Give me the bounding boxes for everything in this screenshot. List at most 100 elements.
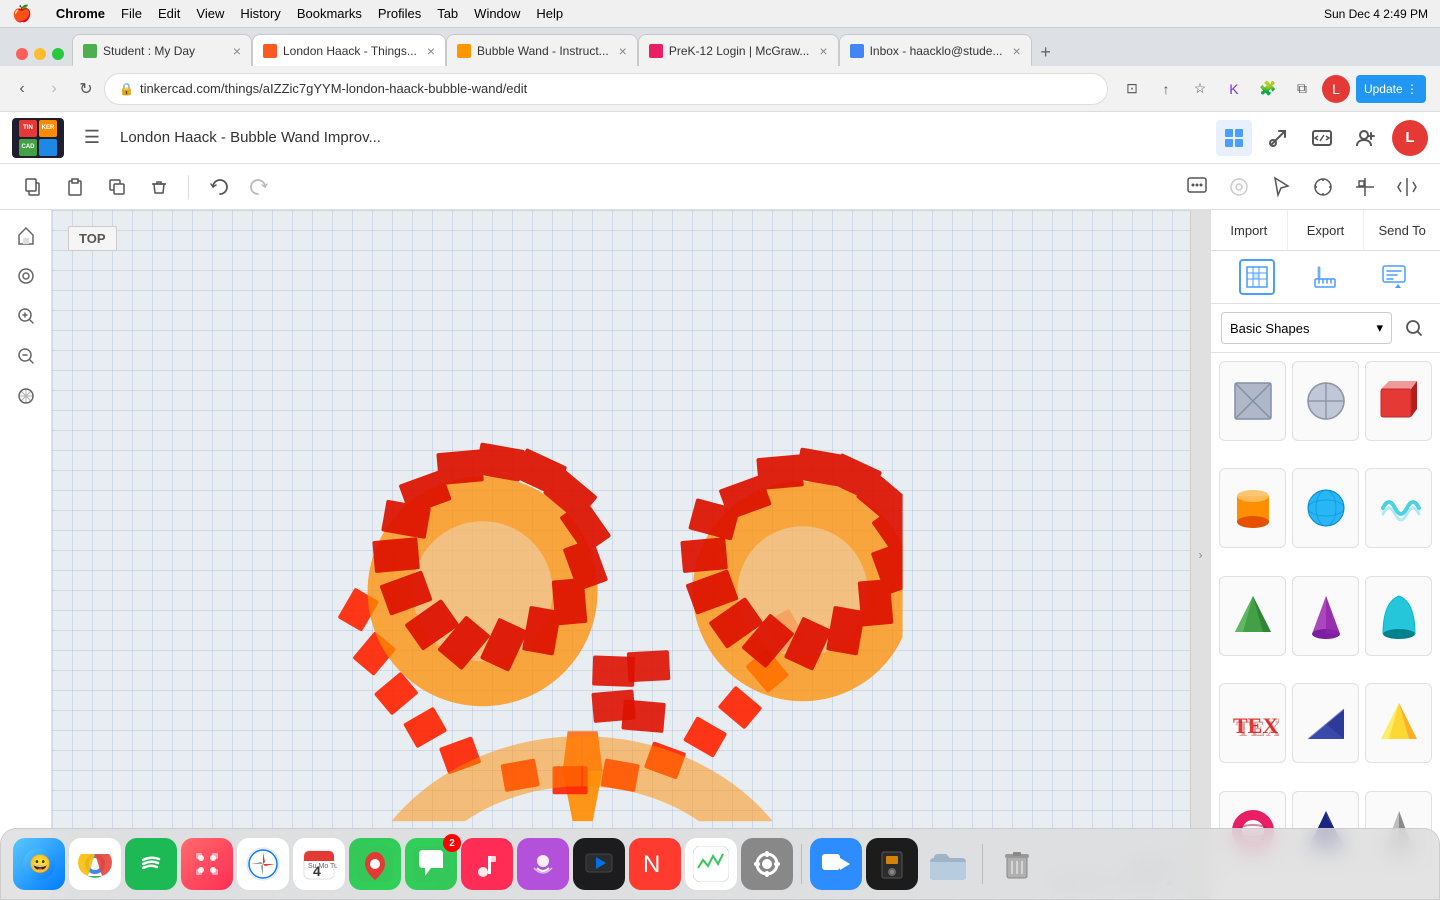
tab-close-student[interactable]: × (233, 43, 241, 59)
menu-edit[interactable]: Edit (158, 6, 180, 21)
undo-button[interactable] (201, 170, 235, 204)
dock-spotify[interactable] (125, 838, 177, 890)
sendto-button[interactable]: Send To (1364, 210, 1440, 250)
menu-help[interactable]: Help (536, 6, 563, 21)
dock-tv[interactable] (573, 838, 625, 890)
copy-button[interactable] (16, 170, 50, 204)
menu-profiles[interactable]: Profiles (378, 6, 421, 21)
shape-box-solid[interactable] (1365, 361, 1432, 441)
cursor-button[interactable] (1264, 170, 1298, 204)
bookmark-button[interactable]: ☆ (1186, 75, 1214, 103)
dock-safari[interactable] (237, 838, 289, 890)
tc-profile-button[interactable]: L (1392, 120, 1428, 156)
panel-collapse-handle[interactable]: › (1190, 210, 1210, 900)
ls-zoom-out-button[interactable] (8, 338, 44, 374)
dock-music[interactable] (461, 838, 513, 890)
dock-folder[interactable] (922, 838, 974, 890)
shape-cat-ruler[interactable] (1307, 259, 1343, 295)
dock-chrome[interactable] (69, 838, 121, 890)
dock-news[interactable]: N (629, 838, 681, 890)
shape-category-dropdown[interactable]: Basic Shapes ▾ (1221, 312, 1392, 344)
paste-button[interactable] (58, 170, 92, 204)
dock-podcasts[interactable] (517, 838, 569, 890)
address-input[interactable]: 🔒 tinkercad.com/things/aIZZic7gYYM-londo… (104, 73, 1108, 105)
tab-student-day[interactable]: Student : My Day × (72, 34, 252, 66)
align-button[interactable] (1348, 170, 1382, 204)
dock-launchpad[interactable] (181, 838, 233, 890)
duplicate-button[interactable] (100, 170, 134, 204)
menu-history[interactable]: History (240, 6, 280, 21)
shape-paraboloid[interactable] (1365, 576, 1432, 656)
dock-calendar[interactable]: 4Su Mo Tu (293, 838, 345, 890)
tinkercad-logo[interactable]: TIN KER CAD (12, 118, 64, 158)
tc-code-button[interactable] (1304, 120, 1340, 156)
shape-wedge[interactable] (1292, 683, 1359, 763)
apple-menu[interactable]: 🍎 (12, 4, 32, 24)
dock-trash[interactable] (991, 838, 1043, 890)
tab-close-prek[interactable]: × (819, 43, 827, 59)
menu-chrome[interactable]: Chrome (56, 6, 105, 21)
ls-zoom-in-button[interactable] (8, 298, 44, 334)
delete-button[interactable] (142, 170, 176, 204)
tab-prek12[interactable]: PreK-12 Login | McGraw... × (638, 34, 839, 66)
tc-grid-view-button[interactable] (1216, 120, 1252, 156)
extensions-button[interactable]: K (1220, 75, 1248, 103)
dock-garageband[interactable] (866, 838, 918, 890)
tc-build-view-button[interactable] (1260, 120, 1296, 156)
close-button[interactable] (16, 48, 28, 60)
dock-system-prefs[interactable] (741, 838, 793, 890)
sidebar-toggle[interactable]: ⧉ (1288, 75, 1316, 103)
tc-add-user-button[interactable] (1348, 120, 1384, 156)
measure-button[interactable] (1306, 170, 1340, 204)
shape-cylinder[interactable] (1219, 468, 1286, 548)
dock-zoom[interactable] (810, 838, 862, 890)
tab-close-inbox[interactable]: × (1012, 43, 1020, 59)
redo-button[interactable] (243, 170, 277, 204)
dock-activity[interactable] (685, 838, 737, 890)
shape-squiggle[interactable] (1365, 468, 1432, 548)
shape-cat-text[interactable] (1376, 259, 1412, 295)
forward-button[interactable]: › (40, 75, 68, 103)
ls-grid-button[interactable] (8, 378, 44, 414)
shape-cone-purple[interactable] (1292, 576, 1359, 656)
comment-button[interactable] (1180, 170, 1214, 204)
dock-finder[interactable]: 😀 (13, 838, 65, 890)
tc-menu-button[interactable]: ☰ (74, 120, 110, 156)
tab-close-london[interactable]: × (427, 43, 435, 59)
ls-home-button[interactable] (8, 218, 44, 254)
mirror-button[interactable] (1390, 170, 1424, 204)
export-button[interactable]: Export (1288, 210, 1364, 250)
share-button[interactable]: ↑ (1152, 75, 1180, 103)
menu-tab[interactable]: Tab (437, 6, 458, 21)
shape-sphere[interactable] (1292, 468, 1359, 548)
profile-button[interactable]: L (1322, 75, 1350, 103)
tab-bubble-wand[interactable]: Bubble Wand - Instruct... × (446, 34, 638, 66)
ls-rotate-button[interactable] (8, 258, 44, 294)
puzzle-button[interactable]: 🧩 (1254, 75, 1282, 103)
new-tab-button[interactable]: + (1032, 38, 1060, 66)
menu-view[interactable]: View (196, 6, 224, 21)
shape-cylinder-hole[interactable] (1292, 361, 1359, 441)
shape-pyramid-yellow[interactable] (1365, 683, 1432, 763)
shape-text-3d[interactable]: TEXT TEXT (1219, 683, 1286, 763)
bubble-wand-model[interactable] (263, 261, 903, 826)
tab-inbox[interactable]: Inbox - haacklo@stude... × (839, 34, 1032, 66)
update-button[interactable]: Update ⋮ (1356, 75, 1426, 103)
import-button[interactable]: Import (1211, 210, 1287, 250)
minimize-button[interactable] (34, 48, 46, 60)
shape-box-hole[interactable] (1219, 361, 1286, 441)
shape-cat-3d[interactable] (1239, 259, 1275, 295)
reload-button[interactable]: ↻ (72, 75, 100, 103)
dock-maps[interactable] (349, 838, 401, 890)
cast-button[interactable]: ⊡ (1118, 75, 1146, 103)
tab-close-bubble[interactable]: × (619, 43, 627, 59)
menu-window[interactable]: Window (474, 6, 520, 21)
shape-pyramid-green[interactable] (1219, 576, 1286, 656)
back-button[interactable]: ‹ (8, 75, 36, 103)
dock-messages[interactable]: 2 (405, 838, 457, 890)
maximize-button[interactable] (52, 48, 64, 60)
tab-london-haack[interactable]: London Haack - Things... × (252, 34, 446, 66)
shape-search-button[interactable] (1398, 312, 1430, 344)
canvas-area[interactable]: TOP (52, 210, 1190, 900)
note-button[interactable] (1222, 170, 1256, 204)
